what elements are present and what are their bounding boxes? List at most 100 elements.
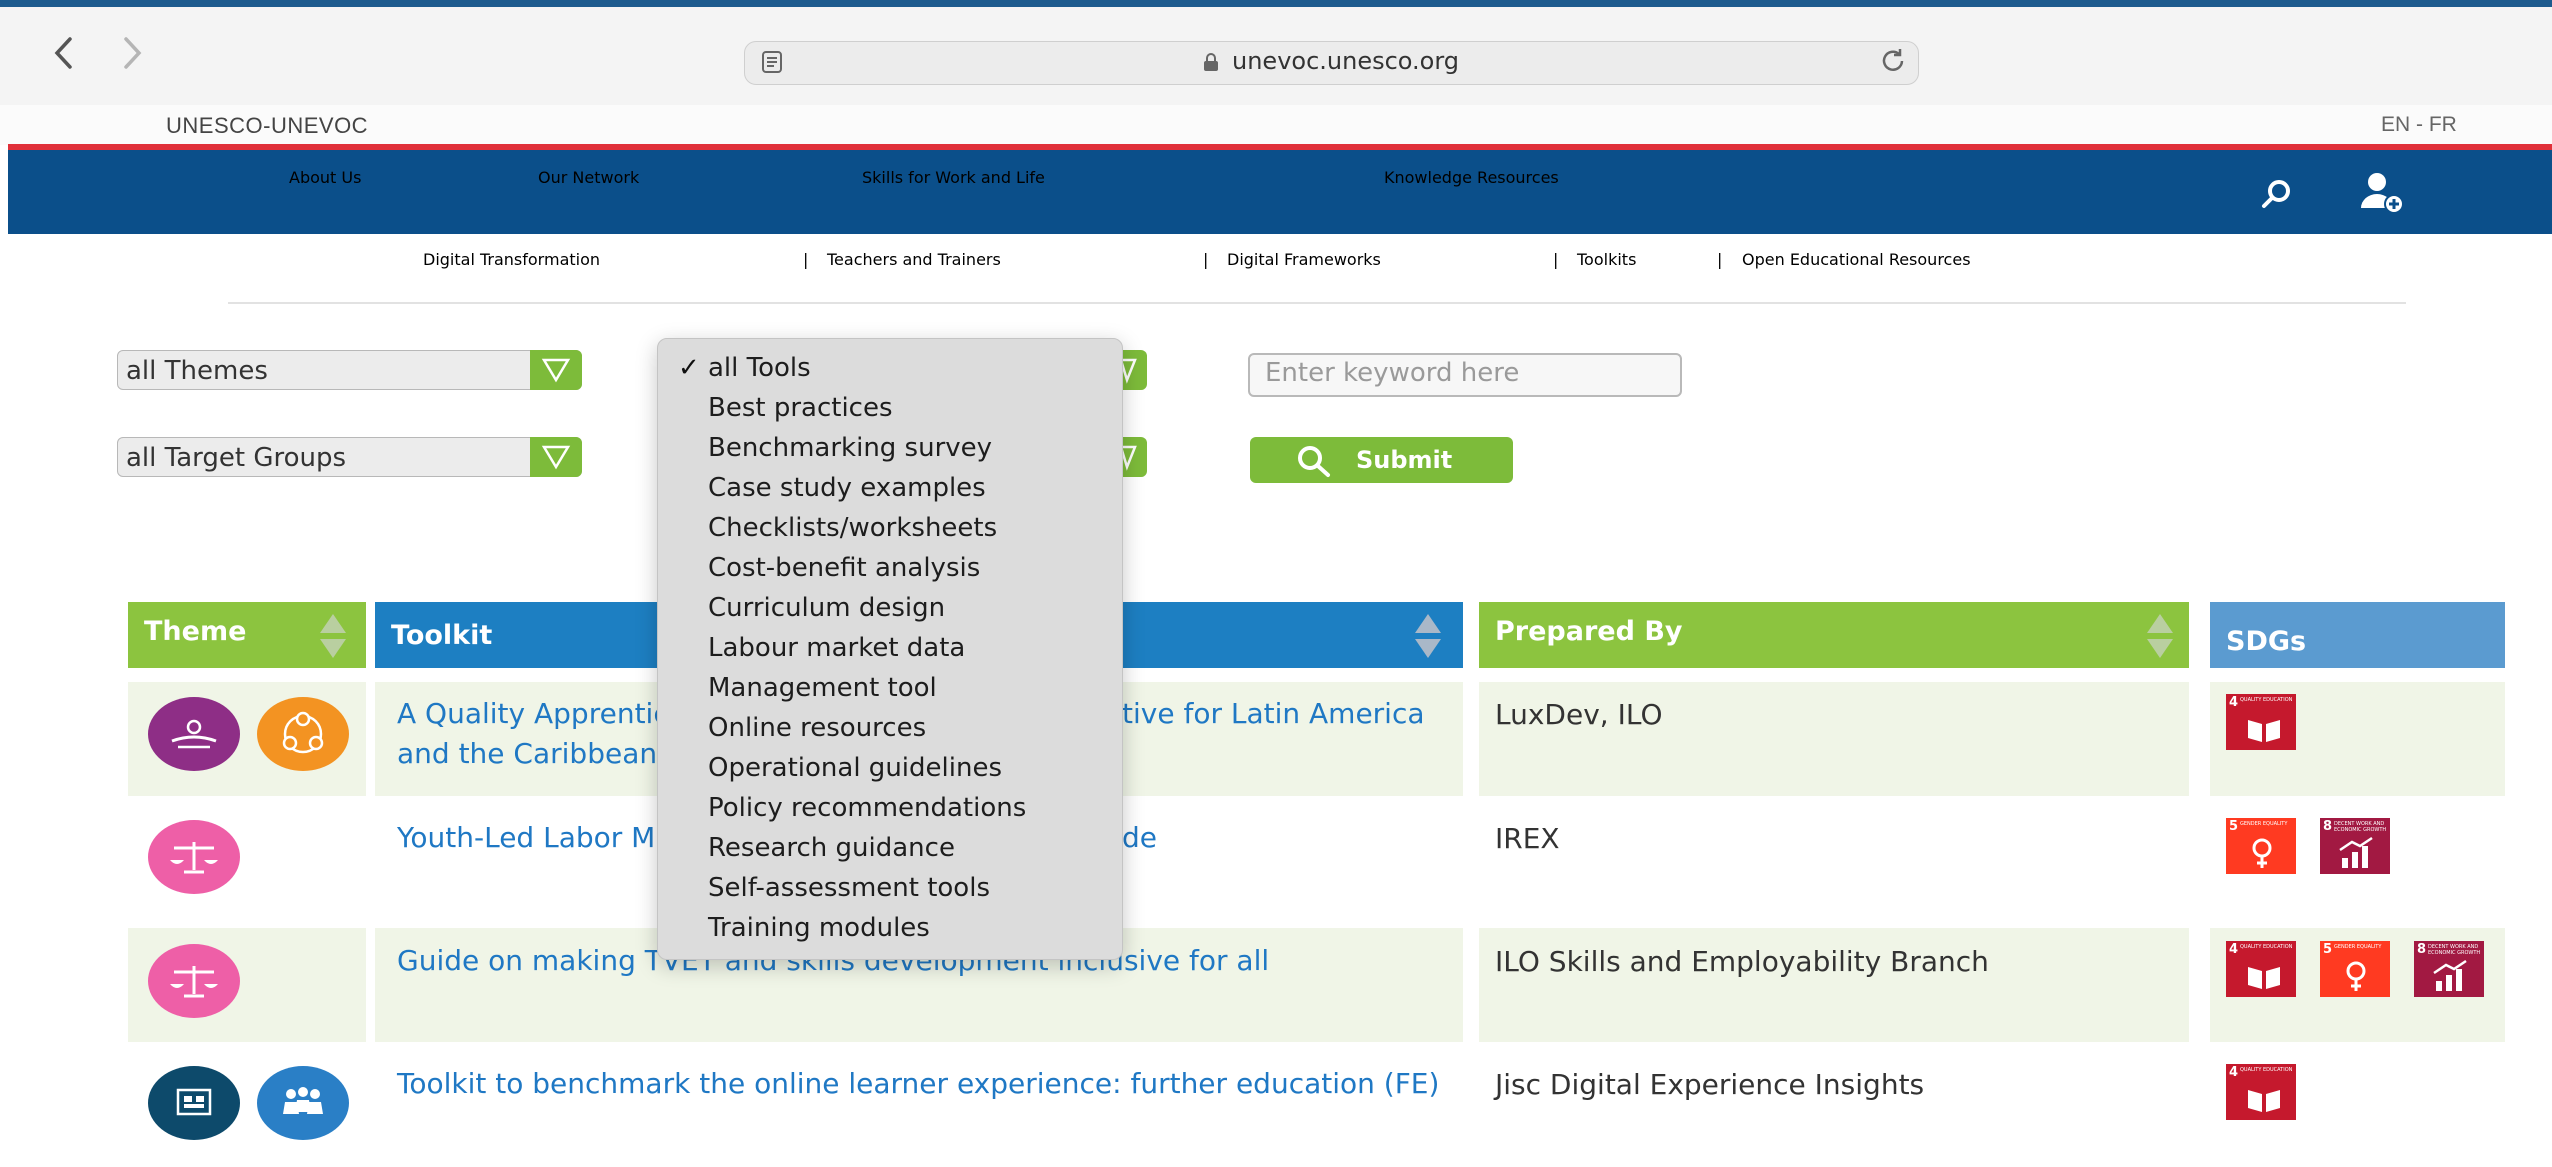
sdg-4-icon[interactable]: 4 QUALITY EDUCATION — [2226, 1064, 2296, 1120]
column-gap — [366, 682, 375, 796]
dropdown-option[interactable]: Policy recommendations — [708, 789, 1026, 827]
prepared-by: LuxDev, ILO — [1495, 698, 1663, 731]
second-filter-dropdown-button[interactable] — [1119, 437, 1147, 477]
tools-dropdown-button[interactable] — [1119, 350, 1147, 390]
toolkit-link-continued[interactable]: de — [1122, 817, 1157, 859]
sdg-4-icon[interactable]: 4 QUALITY EDUCATION — [2226, 694, 2296, 750]
sdg-label: DECENT WORK AND ECONOMIC GROWTH — [2334, 821, 2387, 833]
reader-icon[interactable] — [761, 50, 783, 74]
brand-bar — [0, 105, 2552, 145]
dropdown-option[interactable]: Online resources — [708, 709, 926, 747]
digital-icon[interactable] — [148, 1066, 240, 1140]
dropdown-option[interactable]: Case study examples — [708, 469, 986, 507]
window-top-edge — [0, 0, 2552, 7]
sdg-4-icon[interactable]: 4 QUALITY EDUCATION — [2226, 941, 2296, 997]
toolkit-link-line2[interactable]: and the Caribbean — [397, 733, 657, 775]
column-gap — [2189, 928, 2210, 1042]
prepared-by: ILO Skills and Employability Branch — [1495, 945, 1989, 978]
sdg-number: 4 — [2229, 695, 2239, 710]
dropdown-option[interactable]: Management tool — [708, 669, 937, 707]
header-theme-label: Theme — [144, 616, 247, 647]
prepared-by: Jisc Digital Experience Insights — [1495, 1068, 1925, 1101]
dropdown-option[interactable]: Curriculum design — [708, 589, 945, 627]
themes-select[interactable]: all Themes — [117, 350, 582, 390]
dropdown-option[interactable]: Labour market data — [708, 629, 965, 667]
sdg-label: GENDER EQUALITY — [2334, 944, 2382, 950]
toolkit-link[interactable]: A Quality Apprentic — [397, 693, 669, 735]
dropdown-option[interactable]: all Tools — [708, 349, 811, 387]
column-gap — [366, 928, 375, 1042]
dropdown-option[interactable]: Research guidance — [708, 829, 955, 867]
nav-knowledge-resources[interactable]: Knowledge Resources — [1384, 168, 1559, 187]
toolkit-link-continued[interactable]: tive for Latin America — [1122, 693, 1425, 735]
sdg-label: DECENT WORK AND ECONOMIC GROWTH — [2428, 944, 2481, 956]
dropdown-option[interactable]: Training modules — [708, 909, 930, 947]
sort-icon[interactable] — [318, 612, 348, 660]
divider — [228, 302, 2406, 304]
dropdown-option[interactable]: Best practices — [708, 389, 893, 427]
sdg-8-icon[interactable]: 8 DECENT WORK AND ECONOMIC GROWTH — [2320, 818, 2390, 874]
scales-icon[interactable] — [148, 820, 240, 894]
triangle-down-icon — [541, 445, 571, 470]
sdg-5-icon[interactable]: 5 GENDER EQUALITY — [2226, 818, 2296, 874]
header-sdgs: SDGs — [2210, 602, 2505, 668]
hands-icon[interactable] — [148, 697, 240, 771]
sdg-8-icon[interactable]: 8 DECENT WORK AND ECONOMIC GROWTH — [2414, 941, 2484, 997]
dropdown-option[interactable]: Operational guidelines — [708, 749, 1002, 787]
column-gap — [2189, 682, 2210, 796]
sdg-number: 8 — [2417, 942, 2427, 957]
dropdown-option[interactable]: Benchmarking survey — [708, 429, 992, 467]
submit-button-label: Submit — [1356, 446, 1453, 474]
search-icon[interactable] — [2260, 177, 2294, 211]
prepared-by: IREX — [1495, 822, 1560, 855]
header-prepared-by[interactable]: Prepared By — [1479, 602, 2189, 668]
submit-button[interactable]: Submit — [1250, 437, 1513, 483]
people-icon[interactable] — [257, 1066, 349, 1140]
triangle-down-icon — [1119, 445, 1137, 471]
header-toolkit-label: Toolkit — [391, 620, 493, 651]
checkmark-icon: ✓ — [678, 353, 700, 383]
user-add-icon[interactable] — [2358, 170, 2404, 216]
sdg-label: QUALITY EDUCATION — [2240, 944, 2293, 950]
target-groups-select-value: all Target Groups — [126, 443, 347, 473]
dropdown-option[interactable]: Checklists/worksheets — [708, 509, 997, 547]
sdg-number: 5 — [2323, 942, 2333, 957]
toolkit-link[interactable]: Toolkit to benchmark the online learner … — [397, 1063, 1439, 1105]
main-nav — [8, 150, 2552, 234]
sdg-label: QUALITY EDUCATION — [2240, 1067, 2293, 1073]
network-icon[interactable] — [257, 697, 349, 771]
url-text[interactable]: unevoc.unesco.org — [1232, 47, 1459, 75]
language-switch[interactable]: EN - FR — [2381, 113, 2457, 137]
header-prepared-by-label: Prepared By — [1495, 616, 1683, 647]
chevron-left-icon[interactable] — [52, 36, 74, 76]
sdg-number: 8 — [2323, 819, 2333, 834]
sdg-label: QUALITY EDUCATION — [2240, 697, 2293, 703]
keyword-search-field[interactable] — [1248, 353, 1682, 397]
sort-icon[interactable] — [2145, 612, 2175, 660]
header-theme[interactable]: Theme — [128, 602, 366, 668]
subnav-oer[interactable]: Open Educational Resources — [1742, 250, 2552, 290]
themes-dropdown-button[interactable] — [530, 350, 582, 390]
nav-about-us[interactable]: About Us — [289, 168, 361, 187]
target-groups-select[interactable]: all Target Groups — [117, 437, 582, 477]
nav-skills[interactable]: Skills for Work and Life — [862, 168, 1045, 187]
reload-icon[interactable] — [1878, 46, 1908, 76]
nav-our-network[interactable]: Our Network — [538, 168, 639, 187]
target-groups-dropdown-button[interactable] — [530, 437, 582, 477]
scales-icon[interactable] — [148, 944, 240, 1018]
dropdown-option[interactable]: Cost-benefit analysis — [708, 549, 980, 587]
search-icon — [1298, 446, 1330, 477]
sort-icon[interactable] — [1413, 612, 1443, 660]
sdg-number: 4 — [2229, 1065, 2239, 1080]
triangle-down-icon — [541, 358, 571, 383]
sdg-number: 4 — [2229, 942, 2239, 957]
keyword-input[interactable] — [1250, 355, 1665, 391]
site-logo[interactable]: UNESCO-UNEVOC — [166, 113, 368, 139]
dropdown-option[interactable]: Self-assessment tools — [708, 869, 990, 907]
toolkit-link[interactable]: Youth-Led Labor M — [397, 817, 655, 859]
tools-dropdown-menu: ✓ all Tools Best practices Benchmarking … — [657, 338, 1123, 960]
sdg-label: GENDER EQUALITY — [2240, 821, 2288, 827]
sdg-5-icon[interactable]: 5 GENDER EQUALITY — [2320, 941, 2390, 997]
chevron-right-icon[interactable] — [122, 36, 144, 76]
themes-select-value: all Themes — [126, 356, 268, 386]
